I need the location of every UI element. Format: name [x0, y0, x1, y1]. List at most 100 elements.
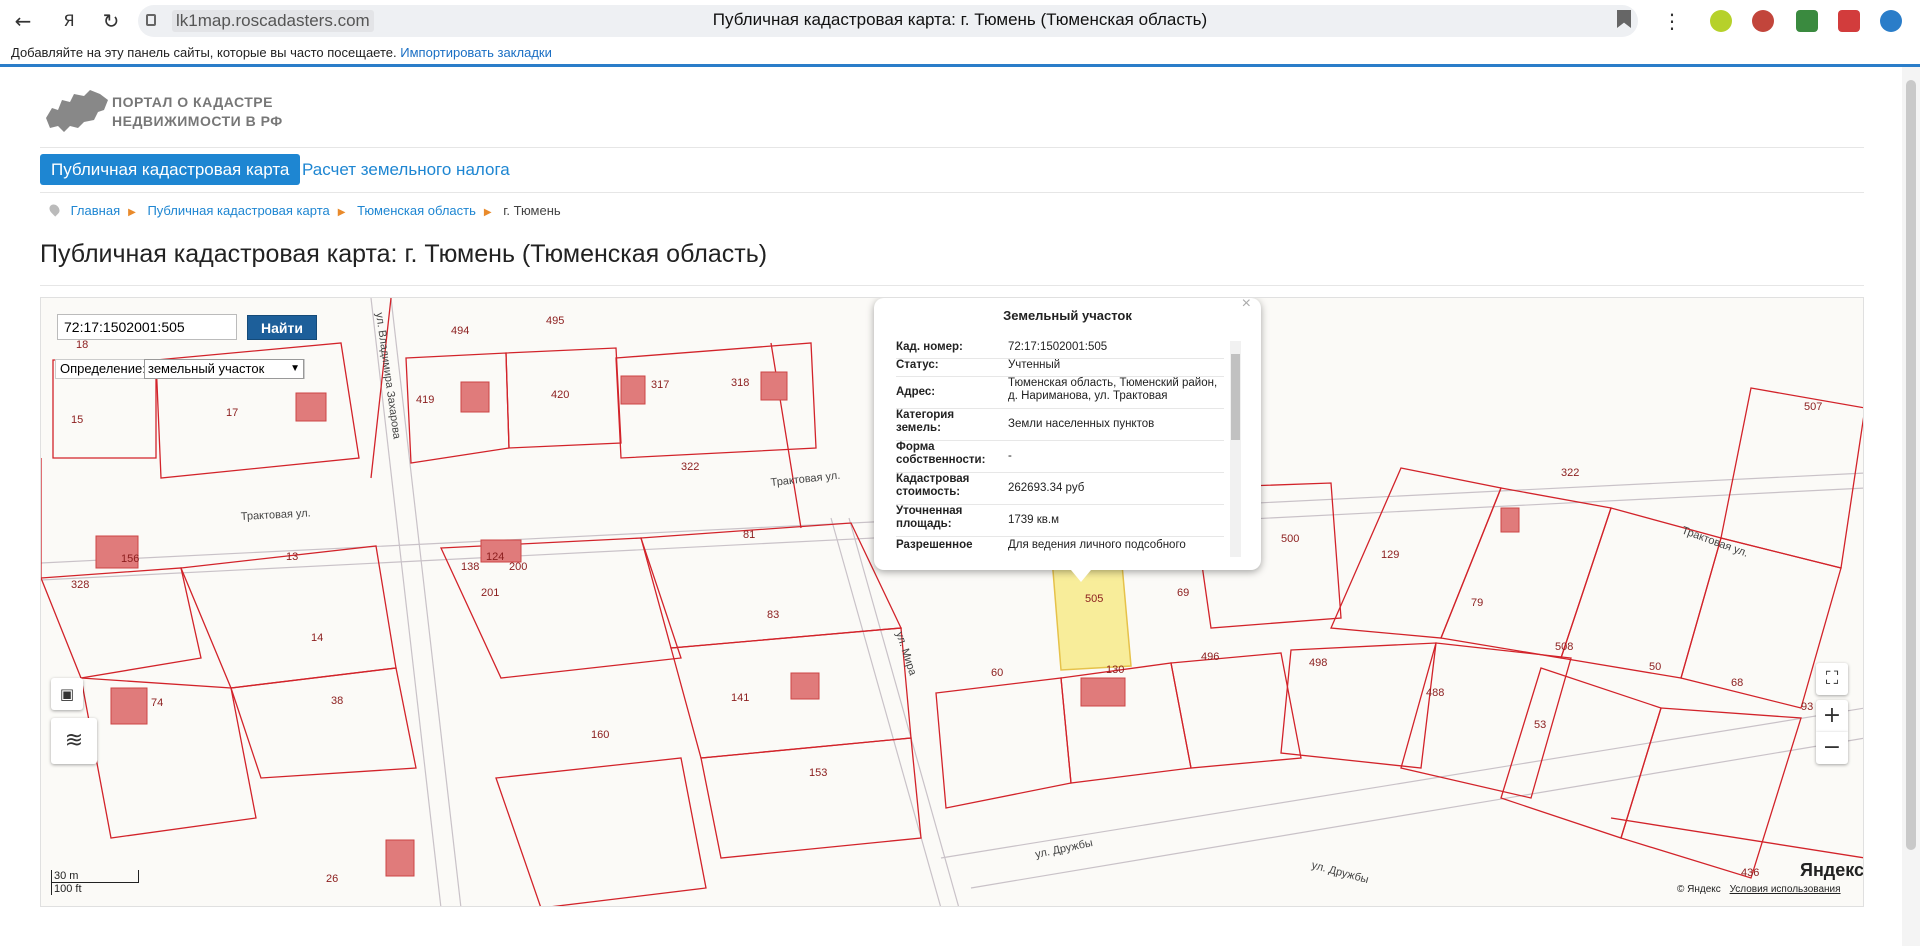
street-label: ул. Дружбы	[1310, 859, 1370, 886]
parcel	[1720, 387, 1863, 569]
breadcrumb-home[interactable]: Главная	[71, 203, 120, 218]
parcel	[405, 352, 510, 464]
parcel	[440, 537, 682, 679]
parcel-info-popup: × Земельный участок Кад. номер: 72:17:15…	[874, 298, 1261, 570]
page-scrollbar-thumb[interactable]	[1906, 80, 1916, 850]
popup-row: Кадастровая стоимость: 262693.34 руб	[896, 473, 1224, 505]
popup-key: Разрешенное	[896, 539, 973, 551]
ruler-icon[interactable]: ▣	[51, 678, 83, 710]
parcel-number: 69	[1177, 587, 1189, 599]
breadcrumb-public-map[interactable]: Публичная кадастровая карта	[147, 203, 329, 218]
profile-icon[interactable]	[1752, 10, 1774, 32]
road-mira	[848, 517, 960, 906]
popup-value: Учтенный	[1008, 359, 1061, 371]
downloads-icon[interactable]	[1880, 10, 1902, 32]
popup-value: Для ведения личного подсобного	[1008, 539, 1186, 551]
building	[295, 392, 327, 422]
popup-key: Категория земель:	[896, 409, 955, 434]
extension-icon[interactable]	[1710, 10, 1732, 32]
parcel	[230, 667, 417, 779]
parcel-number: 74	[151, 697, 163, 709]
road-zakharova	[390, 298, 462, 906]
building	[1500, 507, 1520, 533]
parcel-number: 420	[551, 389, 569, 401]
parcel-number: 201	[481, 587, 499, 599]
divider	[40, 147, 1864, 148]
building	[460, 381, 490, 413]
parcel-number: 153	[809, 767, 827, 779]
parcel-number: 124	[486, 551, 504, 563]
popup-key: Статус:	[896, 359, 939, 371]
terms-link[interactable]: Условия использования	[1730, 884, 1841, 895]
fullscreen-icon[interactable]: ⛶	[1816, 663, 1848, 695]
search-button[interactable]: Найти	[247, 315, 317, 340]
parcel-number: 156	[121, 553, 139, 565]
parcel-number: 494	[451, 325, 469, 337]
parcel-number: 505	[1085, 593, 1103, 605]
pdf-icon[interactable]	[1838, 10, 1860, 32]
yandex-logo[interactable]: Яндекс	[1800, 860, 1863, 881]
parcel-number: 436	[1741, 867, 1759, 879]
popup-key: Форма собственности:	[896, 441, 986, 466]
parcel-number: 488	[1426, 687, 1444, 699]
popup-row: Категория земель: Земли населенных пункт…	[896, 409, 1224, 441]
popup-key: Уточненная площадь:	[896, 505, 963, 530]
parcel-number: 53	[1534, 719, 1546, 731]
parcel-number: 496	[1201, 651, 1219, 663]
popup-value: Земли населенных пунктов	[1008, 418, 1155, 430]
street-label: ул. Дружбы	[1034, 837, 1094, 861]
parcel-number: 495	[546, 315, 564, 327]
scale-bar: 30 m 100 ft	[51, 870, 139, 895]
parcel	[935, 677, 1072, 809]
zoom-out-button[interactable]: −	[1816, 732, 1848, 764]
divider	[40, 285, 1864, 286]
tab-public-cadastral-map[interactable]: Публичная кадастровая карта	[40, 154, 301, 185]
parcel-number: 508	[1555, 641, 1573, 653]
building	[385, 839, 415, 877]
parcel	[495, 757, 707, 906]
cadastral-number-input[interactable]	[57, 314, 237, 340]
breadcrumb-region[interactable]: Тюменская область	[357, 203, 476, 218]
parcel	[700, 737, 922, 859]
definition-select-wrap: Определение: земельный участок ▼	[55, 359, 305, 379]
tab-land-tax-calc[interactable]: Расчет земельного налога	[302, 154, 510, 185]
breadcrumb-separator-icon: ▶	[337, 207, 346, 218]
popup-scrollbar[interactable]	[1230, 341, 1241, 557]
popup-pointer	[1071, 570, 1091, 582]
zoom-in-button[interactable]: +	[1816, 700, 1848, 732]
logo-text[interactable]: ПОРТАЛ О КАДАСТРЕ НЕДВИЖИМОСТИ В РФ	[112, 93, 283, 131]
layers-icon[interactable]: ≋	[51, 718, 97, 764]
parcel-number: 60	[991, 667, 1003, 679]
russia-map-logo[interactable]	[44, 88, 110, 134]
cadastral-map[interactable]: 494 495 17 18 15 419 420 317 318 322 322…	[40, 297, 1864, 907]
divider	[0, 64, 1920, 67]
popup-value: 262693.34 руб	[1008, 482, 1085, 494]
popup-row: Разрешенное Для ведения личного подсобно…	[896, 539, 1224, 559]
menu-icon[interactable]: ⋮	[1659, 8, 1685, 34]
parcel-number: 318	[731, 377, 749, 389]
parcel-number: 26	[326, 873, 338, 885]
page-title: Публичная кадастровая карта: г. Тюмень (…	[40, 240, 768, 268]
bookmarks-bar-text: Добавляйте на эту панель сайты, которые …	[11, 45, 397, 60]
parcel-number: 322	[681, 461, 699, 473]
parcel-number: 129	[1381, 549, 1399, 561]
breadcrumb-separator-icon: ▶	[128, 207, 136, 218]
collections-icon[interactable]	[1796, 10, 1818, 32]
popup-key: Адрес:	[896, 386, 936, 398]
definition-value: земельный участок	[148, 361, 265, 376]
buildings	[95, 371, 1520, 877]
parcel-number: 14	[311, 632, 323, 644]
definition-select[interactable]: земельный участок ▼	[144, 359, 304, 379]
logo-line-2: НЕДВИЖИМОСТИ В РФ	[112, 113, 283, 129]
parcel	[1280, 642, 1437, 769]
popup-value: Тюменская область, Тюменский район, д. Н…	[1008, 377, 1218, 402]
definition-label: Определение:	[60, 361, 146, 376]
import-bookmarks-link[interactable]: Импортировать закладки	[400, 45, 552, 60]
building	[1080, 677, 1126, 707]
map-copyright: © Яндекс Условия использования	[1677, 884, 1841, 895]
road-mira	[830, 517, 942, 906]
parcel-number: 79	[1471, 597, 1483, 609]
popup-scrollbar-thumb[interactable]	[1231, 354, 1240, 440]
breadcrumb: Главная ▶ Публичная кадастровая карта ▶ Тю…	[47, 202, 569, 218]
building	[110, 687, 148, 725]
